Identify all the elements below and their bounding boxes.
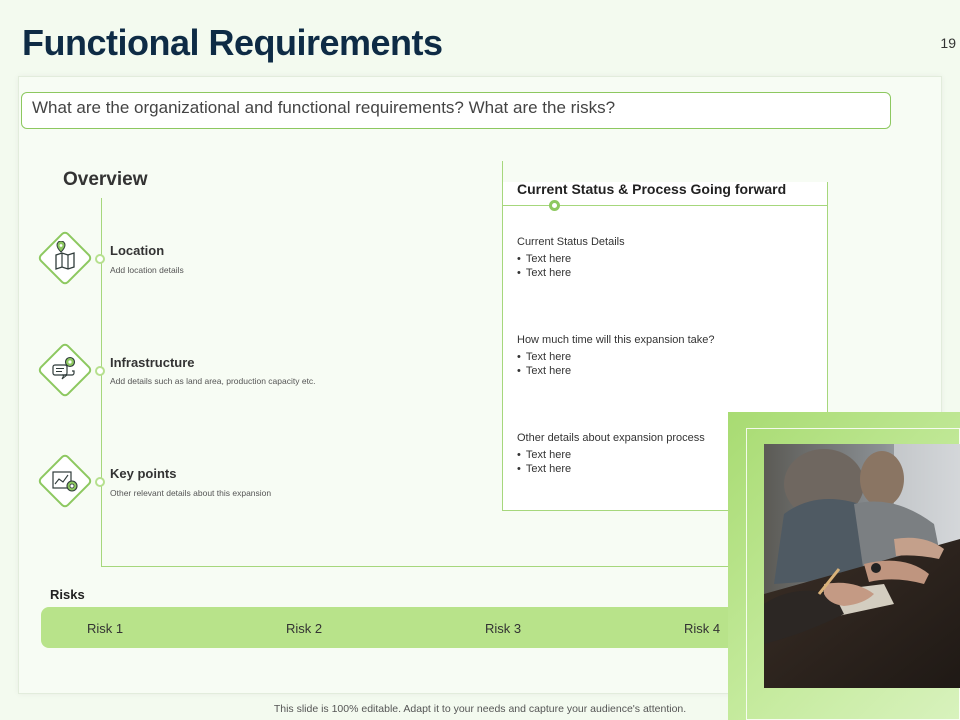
key-points-label: Key points	[110, 466, 177, 481]
status-bullet: Text here	[517, 449, 571, 461]
status-bullet: Text here	[517, 351, 571, 363]
status-section-heading: Current Status Details	[517, 236, 625, 248]
timeline-dot	[95, 254, 105, 264]
page-number: 19	[940, 35, 956, 51]
status-bullet: Text here	[517, 463, 571, 475]
location-label: Location	[110, 243, 165, 258]
map-location-icon	[55, 241, 75, 270]
footer-note: This slide is 100% editable. Adapt it to…	[273, 703, 687, 715]
risk-item: Risk 2	[286, 621, 323, 636]
gear-chat-icon	[52, 356, 76, 380]
overview-title: Overview	[63, 169, 148, 190]
timeline-bottom-line	[101, 566, 828, 567]
location-desc: Add location details	[110, 265, 184, 275]
status-title: Current Status & Process Going forward	[517, 181, 787, 197]
risk-item: Risk 1	[87, 621, 124, 636]
timeline-dot	[95, 366, 105, 376]
timeline-dot	[95, 477, 105, 487]
risk-item: Risk 3	[485, 621, 522, 636]
key-points-desc: Other relevant details about this expans…	[110, 488, 272, 498]
risks-title: Risks	[50, 587, 85, 602]
status-section-heading: Other details about expansion process	[517, 432, 705, 444]
status-top-gap	[503, 160, 828, 182]
status-bullet: Text here	[517, 253, 571, 265]
meeting-photo	[764, 444, 960, 688]
status-section-heading: How much time will this expansion take?	[517, 334, 715, 346]
chart-target-icon	[52, 471, 78, 492]
status-bullet: Text here	[517, 267, 571, 279]
infrastructure-label: Infrastructure	[110, 355, 195, 370]
question-box: What are the organizational and function…	[21, 92, 891, 129]
slide-title: Functional Requirements	[22, 22, 443, 63]
status-bullet: Text here	[517, 365, 571, 377]
infrastructure-desc: Add details such as land area, productio…	[110, 376, 316, 386]
status-dot	[549, 200, 560, 211]
risk-item: Risk 4	[684, 621, 721, 636]
